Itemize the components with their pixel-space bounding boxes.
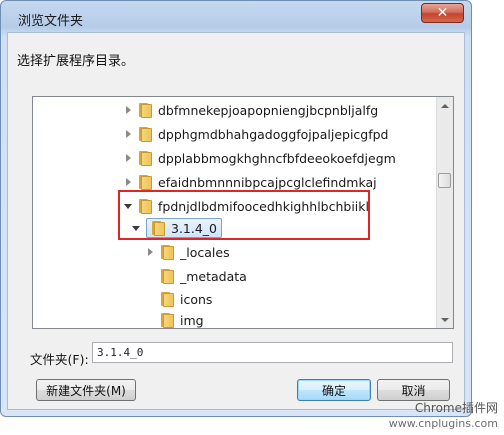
watermark-site-name: Chrome插件网 [414,401,498,415]
new-folder-button[interactable]: 新建文件夹(M) [36,379,136,401]
scrollbar-thumb[interactable] [438,173,451,188]
folder-tree[interactable]: dbfmnekepjoapopniengjbcpnbljalfg dpphgmd… [32,96,454,329]
folder-icon [160,312,174,328]
dialog-prompt: 选择扩展程序目录。 [17,54,135,69]
tree-item[interactable]: fpdnjdlbdmifoocedhkighhlbchbiikl [123,196,369,216]
close-icon: ✕ [436,5,449,21]
watermark-url: www.cnplugins.com [388,417,498,430]
folder-icon [138,126,152,142]
folder-icon [160,268,174,284]
tree-item[interactable]: dpplabbmogkhghncfbfdeeokoefdjegm [123,148,396,168]
tree-item[interactable]: efaidnbmnnnibpcajpcglclefindmkaj [123,172,377,192]
folder-icon [138,198,152,214]
close-button[interactable]: ✕ [421,3,464,23]
tree-item[interactable]: _metadata [160,266,247,286]
selection-highlight: 3.1.4_0 [146,218,223,238]
tree-item-label: 3.1.4_0 [171,220,218,236]
folder-input[interactable] [92,342,453,363]
collapse-arrow-icon[interactable] [123,201,133,211]
tree-item[interactable]: icons [160,289,212,309]
arrow-down-icon [441,317,449,322]
tree-item-label: efaidnbmnnnibpcajpcglclefindmkaj [158,174,377,190]
tree-item[interactable]: dpphgmdbhahgadoggfojpaljepicgfpd [123,124,389,144]
watermark: Chrome插件网 www.cnplugins.com [389,401,498,431]
cancel-button[interactable]: 取消 [377,379,450,401]
tree-item-label: dbfmnekepjoapopniengjbcpnbljalfg [158,102,379,118]
vertical-scrollbar[interactable] [436,97,453,328]
folder-icon [151,220,165,236]
tree-item-label: img [180,312,204,328]
expand-arrow-icon[interactable] [145,247,155,257]
ok-button[interactable]: 确定 [297,379,371,401]
scroll-down-button[interactable] [437,311,453,328]
tree-item-label: icons [180,291,213,307]
folder-icon [138,102,152,118]
expand-arrow-icon[interactable] [123,153,133,163]
tree-item-label: dpphgmdbhahgadoggfojpaljepicgfpd [158,126,389,142]
tree-item-label: fpdnjdlbdmifoocedhkighhlbchbiikl [158,198,369,214]
collapse-arrow-icon[interactable] [131,223,141,233]
folder-icon [160,291,174,307]
scroll-up-button[interactable] [437,97,453,114]
tree-item-selected[interactable]: 3.1.4_0 [131,218,223,238]
folder-icon [138,150,152,166]
arrow-up-icon [441,103,449,108]
tree-item-label: dpplabbmogkhghncfbfdeeokoefdjegm [158,150,396,166]
expand-arrow-icon[interactable] [123,177,133,187]
folder-icon [138,174,152,190]
expand-arrow-icon[interactable] [123,129,133,139]
expand-arrow-icon[interactable] [123,105,133,115]
tree-item[interactable]: img [160,310,204,328]
title-bar[interactable]: 浏览文件夹 ✕ [1,1,471,31]
tree-item-label: _locales [180,244,230,260]
tree-item[interactable]: dbfmnekepjoapopniengjbcpnbljalfg [123,100,378,120]
folder-icon [160,244,174,260]
folder-field-label: 文件夹(F): [30,352,89,367]
tree-item-label: _metadata [180,268,247,284]
window-title: 浏览文件夹 [18,14,84,29]
tree-item[interactable]: _locales [145,242,230,262]
